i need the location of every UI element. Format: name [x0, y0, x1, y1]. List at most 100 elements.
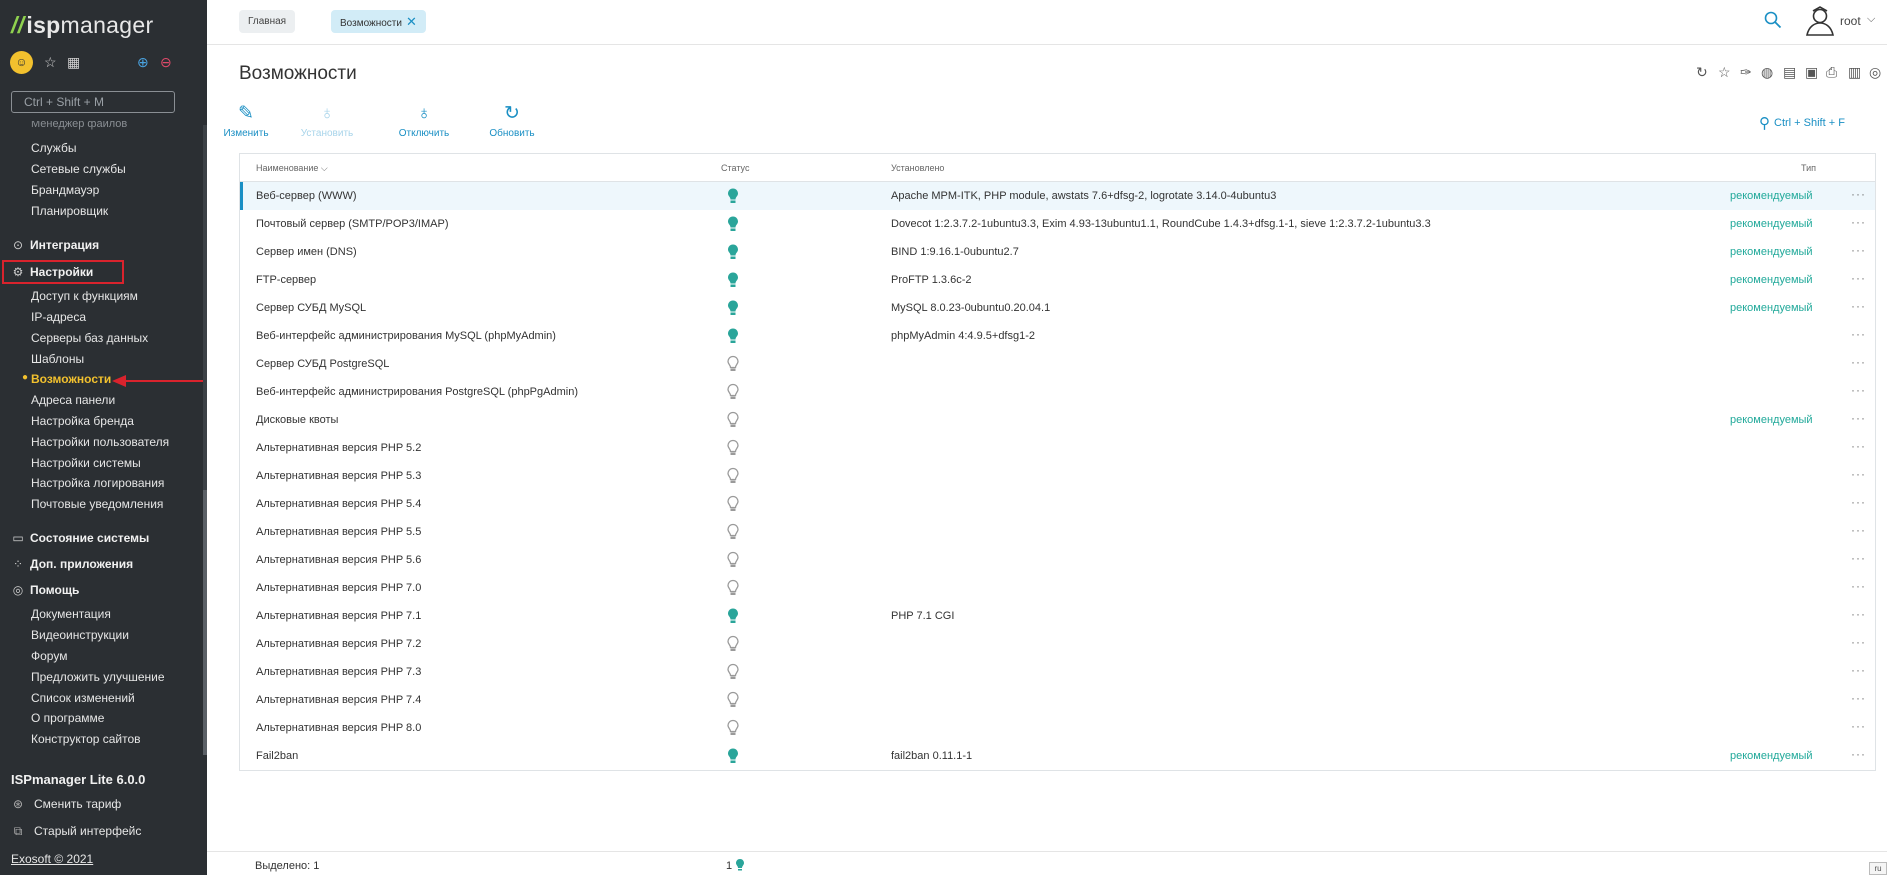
globe-icon[interactable]: ◍ [1761, 64, 1773, 81]
sidebar-item-db-servers[interactable]: Серверы баз данных [31, 331, 148, 345]
row-menu-icon[interactable]: ··· [1851, 327, 1866, 341]
column-header-installed[interactable]: Установлено [891, 163, 944, 173]
row-menu-icon[interactable]: ··· [1851, 523, 1866, 537]
table-row[interactable]: Дисковые квоты рекомендуемый ··· [240, 406, 1875, 434]
sidebar-item-function-access[interactable]: Доступ к функциям [31, 289, 138, 303]
document-icon[interactable]: ▤ [1783, 64, 1796, 81]
table-row[interactable]: Сервер СУБД PostgreSQL ··· [240, 350, 1875, 378]
sidebar-item-file-manager[interactable]: Менеджер файлов [31, 121, 127, 130]
row-menu-icon[interactable]: ··· [1851, 467, 1866, 481]
sidebar-item-templates[interactable]: Шаблоны [31, 352, 84, 366]
sidebar-item-documentation[interactable]: Документация [31, 607, 111, 621]
row-menu-icon[interactable]: ··· [1851, 579, 1866, 593]
row-menu-icon[interactable]: ··· [1851, 411, 1866, 425]
table-row[interactable]: FTP-сервер ProFTP 1.3.6c-2 рекомендуемый ··… [240, 266, 1875, 294]
pin-icon[interactable]: ✑ [1740, 64, 1752, 81]
table-row[interactable]: Сервер СУБД MySQL MySQL 8.0.23-0ubuntu0.2… [240, 294, 1875, 322]
row-menu-icon[interactable]: ··· [1851, 243, 1866, 257]
user-name[interactable]: root [1840, 14, 1861, 28]
collapse-all-icon[interactable]: ⊖ [160, 54, 172, 70]
sidebar-group-integration[interactable]: ⊙ Интеграция [11, 238, 99, 252]
row-menu-icon[interactable]: ··· [1851, 383, 1866, 397]
row-menu-icon[interactable]: ··· [1851, 187, 1866, 201]
row-menu-icon[interactable]: ··· [1851, 495, 1866, 509]
row-menu-icon[interactable]: ··· [1851, 663, 1866, 677]
column-header-name[interactable]: Наименование ⌵ [256, 163, 328, 174]
row-menu-icon[interactable]: ··· [1851, 355, 1866, 369]
filter-search[interactable]: ⚲ Ctrl + Shift + F [1759, 114, 1845, 132]
sidebar-item-suggest[interactable]: Предложить улучшение [31, 670, 165, 684]
favorites-star-icon[interactable]: ☆ [44, 54, 57, 70]
sidebar-item-scheduler[interactable]: Планировщик [31, 204, 108, 218]
search-icon[interactable] [1764, 11, 1782, 29]
sidebar-item-brand-settings[interactable]: Настройка бренда [31, 414, 134, 428]
row-menu-icon[interactable]: ··· [1851, 551, 1866, 565]
row-menu-icon[interactable]: ··· [1851, 299, 1866, 313]
sidebar-item-system-settings[interactable]: Настройки системы [31, 456, 141, 470]
help-icon[interactable]: ◎ [1869, 64, 1881, 81]
sidebar-group-apps[interactable]: ⁘ Доп. приложения [11, 557, 133, 571]
table-row[interactable]: Сервер имен (DNS) BIND 1:9.16.1-0ubuntu2.… [240, 238, 1875, 266]
old-interface-link[interactable]: ⧉ Старый интерфейс [11, 824, 142, 839]
row-menu-icon[interactable]: ··· [1851, 691, 1866, 705]
table-row[interactable]: Альтернативная версия PHP 7.3 ··· [240, 658, 1875, 686]
favorite-star-icon[interactable]: ☆ [1718, 64, 1731, 81]
close-tab-icon[interactable]: ✕ [406, 14, 417, 29]
expand-all-icon[interactable]: ⊕ [137, 54, 149, 70]
disable-button[interactable]: ♁ Отключить [394, 102, 454, 139]
user-avatar-icon[interactable]: ☺ [10, 51, 33, 74]
sidebar-item-logging-settings[interactable]: Настройка логирования [31, 476, 164, 490]
sidebar-item-changelog[interactable]: Список изменений [31, 691, 135, 705]
table-row[interactable]: Альтернативная версия PHP 5.4 ··· [240, 490, 1875, 518]
language-indicator[interactable]: ru [1869, 862, 1887, 875]
table-row[interactable]: Альтернативная версия PHP 7.1 PHP 7.1 CGI… [240, 602, 1875, 630]
sidebar-item-user-settings[interactable]: Настройки пользователя [31, 435, 169, 449]
table-row[interactable]: Альтернативная версия PHP 7.2 ··· [240, 630, 1875, 658]
sidebar-item-services[interactable]: Службы [31, 141, 76, 155]
sidebar-item-site-builder[interactable]: Конструктор сайтов [31, 732, 141, 746]
table-row[interactable]: Альтернативная версия PHP 7.4 ··· [240, 686, 1875, 714]
sidebar-item-video-guides[interactable]: Видеоинструкции [31, 628, 129, 642]
refresh-button[interactable]: ↻ Обновить [482, 102, 542, 139]
sidebar-item-mail-notifications[interactable]: Почтовые уведомления [31, 497, 163, 511]
install-button[interactable]: ♁ Установить [297, 102, 357, 139]
chevron-down-icon[interactable]: ⌵ [1867, 13, 1875, 26]
row-menu-icon[interactable]: ··· [1851, 271, 1866, 285]
print-icon[interactable]: ⎙ [1826, 64, 1837, 81]
change-tariff-link[interactable]: ⊛ Сменить тариф [11, 797, 121, 811]
edit-button[interactable]: ✎ Изменить [216, 102, 276, 139]
row-menu-icon[interactable]: ··· [1851, 607, 1866, 621]
sidebar-item-features[interactable]: Возможности [31, 372, 111, 386]
breadcrumb-home[interactable]: Главная [239, 10, 296, 33]
row-menu-icon[interactable]: ··· [1851, 719, 1866, 733]
table-row[interactable]: Веб-интерфейс администрирования PostgreS… [240, 378, 1875, 406]
table-row[interactable]: Альтернативная версия PHP 5.5 ··· [240, 518, 1875, 546]
sidebar-item-ip-addresses[interactable]: IP-адреса [31, 310, 86, 324]
table-row[interactable]: Альтернативная версия PHP 5.3 ··· [240, 462, 1875, 490]
breadcrumb-current[interactable]: Возможности ✕ [331, 10, 426, 33]
table-row[interactable]: Альтернативная версия PHP 7.0 ··· [240, 574, 1875, 602]
column-header-type[interactable]: Тип [1801, 163, 1816, 173]
sidebar-item-about[interactable]: О программе [31, 711, 104, 725]
refresh-icon[interactable]: ↻ [1696, 64, 1708, 81]
table-settings-icon[interactable]: ▥ [1848, 64, 1861, 81]
table-row[interactable]: Альтернативная версия PHP 5.2 ··· [240, 434, 1875, 462]
sidebar-item-forum[interactable]: Форум [31, 649, 67, 663]
copyright-link[interactable]: Exosoft © 2021 [11, 852, 93, 866]
sidebar-item-network-services[interactable]: Сетевые службы [31, 162, 126, 176]
ispmanager-logo[interactable]: //ispmanager [11, 12, 153, 39]
sidebar-search-input[interactable]: Ctrl + Shift + M [11, 91, 175, 113]
table-row[interactable]: Веб-интерфейс администрирования MySQL (p… [240, 322, 1875, 350]
export-icon[interactable]: ▣ [1805, 64, 1818, 81]
column-header-status[interactable]: Статус [721, 163, 749, 173]
table-row[interactable]: Альтернативная версия PHP 5.6 ··· [240, 546, 1875, 574]
table-row[interactable]: Альтернативная версия PHP 8.0 ··· [240, 714, 1875, 742]
table-row[interactable]: Почтовый сервер (SMTP/POP3/IMAP) Dovecot … [240, 210, 1875, 238]
sidebar-item-panel-addresses[interactable]: Адреса панели [31, 393, 115, 407]
user-avatar-icon[interactable] [1804, 6, 1836, 36]
table-row[interactable]: Fail2ban fail2ban 0.11.1-1 рекомендуемый ··… [240, 742, 1875, 770]
row-menu-icon[interactable]: ··· [1851, 215, 1866, 229]
row-menu-icon[interactable]: ··· [1851, 439, 1866, 453]
sidebar-item-firewall[interactable]: Брандмауэр [31, 183, 99, 197]
table-row[interactable]: Веб-сервер (WWW) Apache MPM-ITK, PHP modu… [240, 182, 1875, 210]
